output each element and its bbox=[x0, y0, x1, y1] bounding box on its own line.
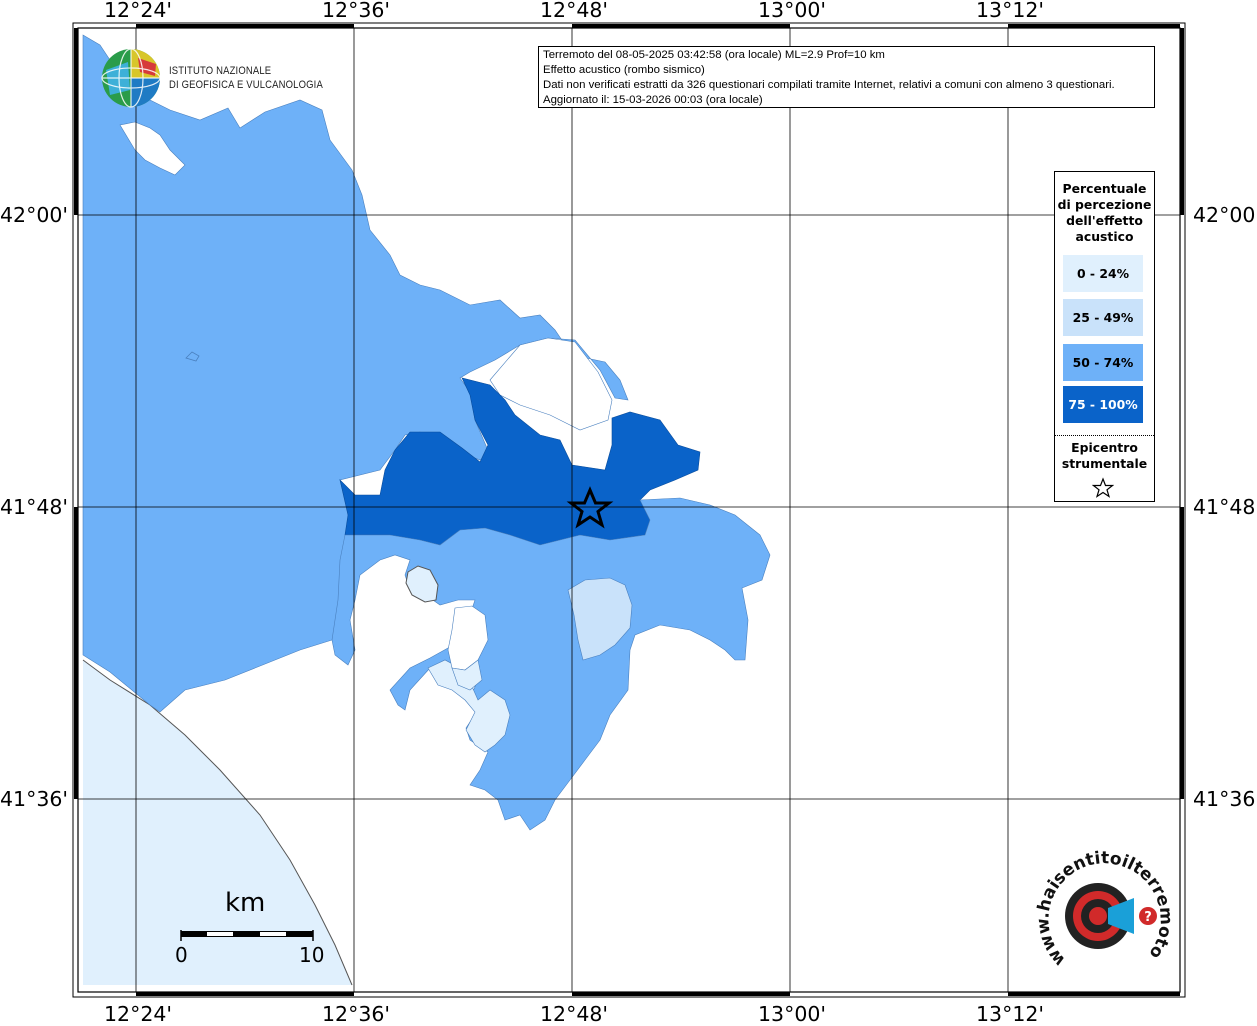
lon-label-bottom-2: 12°48' bbox=[540, 1002, 609, 1026]
lat-label-left-1: 41°48' bbox=[0, 495, 69, 519]
scale-end-label: 10 bbox=[299, 943, 325, 967]
legend-title-line3: dell'effetto bbox=[1066, 213, 1143, 228]
legend-class-25-49: 25 - 49% bbox=[1063, 299, 1143, 336]
lon-label-top-4: 13°12' bbox=[976, 0, 1045, 22]
ingv-logo-text: ISTITUTO NAZIONALE DI GEOFISICA E VULCAN… bbox=[169, 64, 323, 92]
lat-label-left-0: 42°00' bbox=[0, 203, 69, 227]
legend-class-50-74: 50 - 74% bbox=[1063, 344, 1143, 381]
lon-label-bottom-1: 12°36' bbox=[322, 1002, 391, 1026]
ingv-logo-line1: ISTITUTO NAZIONALE bbox=[169, 65, 272, 77]
legend-epicenter-line2: strumentale bbox=[1061, 456, 1148, 471]
lon-label-top-2: 12°48' bbox=[540, 0, 609, 22]
ingv-logo-line2: DI GEOFISICA E VULCANOLOGIA bbox=[169, 79, 323, 91]
legend-class-75-100: 75 - 100% bbox=[1063, 386, 1143, 423]
event-info-line2: Effetto acustico (rombo sismico) bbox=[543, 64, 705, 76]
ingv-globe-icon bbox=[101, 48, 161, 108]
legend-epicenter-label: Epicentro strumentale bbox=[1055, 440, 1154, 472]
lon-label-top-1: 12°36' bbox=[322, 0, 391, 22]
legend-title-line2: di percezione bbox=[1057, 197, 1152, 212]
legend-star-icon bbox=[1092, 477, 1114, 498]
legend-title-line1: Percentuale bbox=[1062, 181, 1147, 196]
legend-title: Percentuale di percezione dell'effetto a… bbox=[1055, 181, 1154, 245]
lon-label-bottom-3: 13°00' bbox=[758, 1002, 827, 1026]
lon-label-bottom-4: 13°12' bbox=[976, 1002, 1045, 1026]
lon-label-top-0: 12°24' bbox=[104, 0, 173, 22]
event-info-line3: Dati non verificati estratti da 326 ques… bbox=[543, 79, 1115, 91]
lon-label-top-3: 13°00' bbox=[758, 0, 827, 22]
legend-title-line4: acustico bbox=[1075, 229, 1134, 244]
scale-unit-label: km bbox=[225, 888, 266, 918]
scale-start-label: 0 bbox=[175, 943, 188, 967]
legend-class-0-24: 0 - 24% bbox=[1063, 255, 1143, 292]
legend-box: Percentuale di percezione dell'effetto a… bbox=[1054, 171, 1155, 502]
lat-label-left-2: 41°36' bbox=[0, 787, 69, 811]
lat-label-right-2: 41°36' bbox=[1193, 787, 1257, 811]
lon-label-bottom-0: 12°24' bbox=[104, 1002, 173, 1026]
event-info-line4: Aggiornato il: 15-03-2026 00:03 (ora loc… bbox=[543, 94, 763, 106]
intensity-map: ? www.haisentitoilterremoto.it bbox=[0, 0, 1186, 998]
svg-text:?: ? bbox=[1144, 910, 1152, 925]
event-info-line1: Terremoto del 08-05-2025 03:42:58 (ora l… bbox=[543, 49, 885, 61]
event-info-box: Terremoto del 08-05-2025 03:42:58 (ora l… bbox=[538, 46, 1155, 108]
region-50-74-south bbox=[331, 497, 771, 831]
lat-label-right-1: 41°48' bbox=[1193, 495, 1257, 519]
legend-epicenter-line1: Epicentro bbox=[1071, 440, 1138, 455]
lat-label-right-0: 42°00' bbox=[1193, 203, 1257, 227]
legend-separator bbox=[1055, 435, 1154, 436]
